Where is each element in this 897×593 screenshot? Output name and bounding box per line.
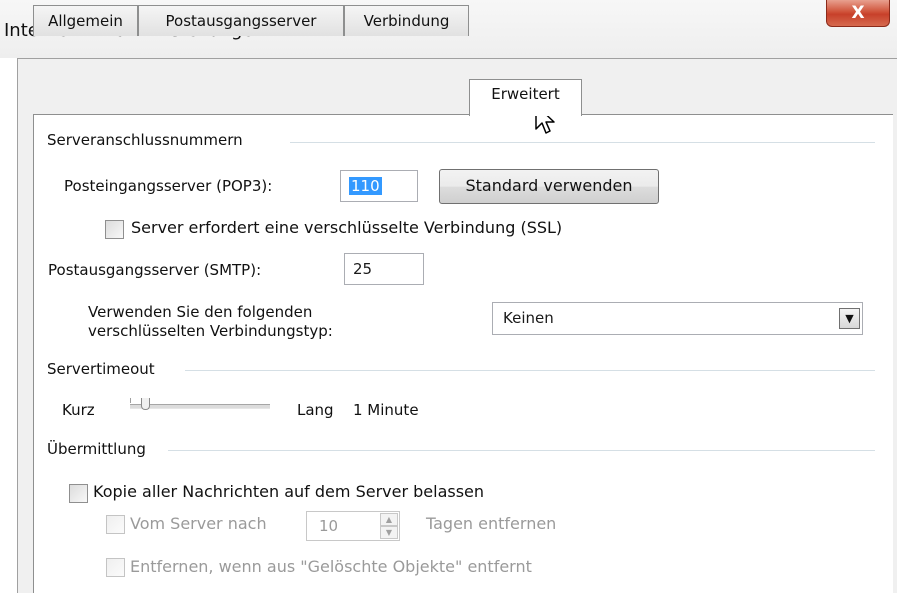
encryption-type-select[interactable]: Keinen ▼ bbox=[492, 302, 863, 335]
smtp-label: Postausgangsserver (SMTP): bbox=[48, 261, 262, 279]
remove-after-suffix: Tagen entfernen bbox=[426, 514, 557, 533]
tab-verbindung[interactable]: Verbindung bbox=[344, 5, 469, 36]
keep-copy-label: Kopie aller Nachrichten auf dem Server b… bbox=[93, 482, 485, 501]
timeout-value: 1 Minute bbox=[353, 401, 419, 419]
encryption-type-value: Keinen bbox=[503, 309, 554, 327]
timeout-long-label: Lang bbox=[297, 401, 334, 419]
encryption-label-line2: verschlüsselten Verbindungstyp: bbox=[88, 322, 333, 340]
remove-deleted-label: Entfernen, wenn aus "Gelöschte Objekte" … bbox=[130, 557, 532, 576]
ssl-label: Server erfordert eine verschlüsselte Ver… bbox=[131, 218, 563, 237]
remove-after-prefix: Vom Server nach bbox=[130, 514, 267, 533]
group-divider bbox=[185, 370, 875, 371]
group-divider bbox=[290, 142, 875, 143]
ssl-checkbox[interactable] bbox=[105, 220, 124, 239]
spin-down-icon[interactable]: ▼ bbox=[380, 526, 398, 539]
timeout-slider-track[interactable] bbox=[130, 404, 270, 409]
remove-after-days-value: 10 bbox=[319, 517, 339, 535]
tab-postausgangsserver[interactable]: Postausgangsserver bbox=[138, 5, 344, 36]
group-divider bbox=[168, 450, 875, 451]
smtp-port-input[interactable]: 25 bbox=[344, 253, 424, 285]
server-ports-heading: Serveranschlussnummern bbox=[47, 131, 249, 149]
chevron-down-icon[interactable]: ▼ bbox=[839, 308, 860, 329]
tab-erweitert[interactable]: Erweitert bbox=[469, 79, 582, 116]
pop3-label: Posteingangsserver (POP3): bbox=[64, 177, 273, 195]
spin-up-icon[interactable]: ▲ bbox=[380, 513, 398, 526]
tab-allgemein[interactable]: Allgemein bbox=[33, 5, 138, 36]
remove-after-checkbox[interactable] bbox=[106, 515, 125, 534]
remove-after-days-input[interactable]: 10 ▲ ▼ bbox=[306, 511, 400, 541]
pop3-port-input[interactable]: 110 bbox=[340, 170, 418, 202]
close-button[interactable]: X bbox=[826, 0, 890, 27]
timeout-slider-thumb[interactable] bbox=[141, 398, 150, 410]
encryption-label-line1: Verwenden Sie den folgenden bbox=[88, 303, 313, 321]
slider-tick bbox=[130, 398, 131, 403]
timeout-heading: Servertimeout bbox=[47, 360, 161, 378]
remove-deleted-checkbox[interactable] bbox=[106, 558, 125, 577]
use-default-button[interactable]: Standard verwenden bbox=[439, 169, 659, 204]
delivery-heading: Übermittlung bbox=[47, 440, 152, 458]
timeout-short-label: Kurz bbox=[62, 401, 95, 419]
keep-copy-checkbox[interactable] bbox=[69, 484, 88, 503]
